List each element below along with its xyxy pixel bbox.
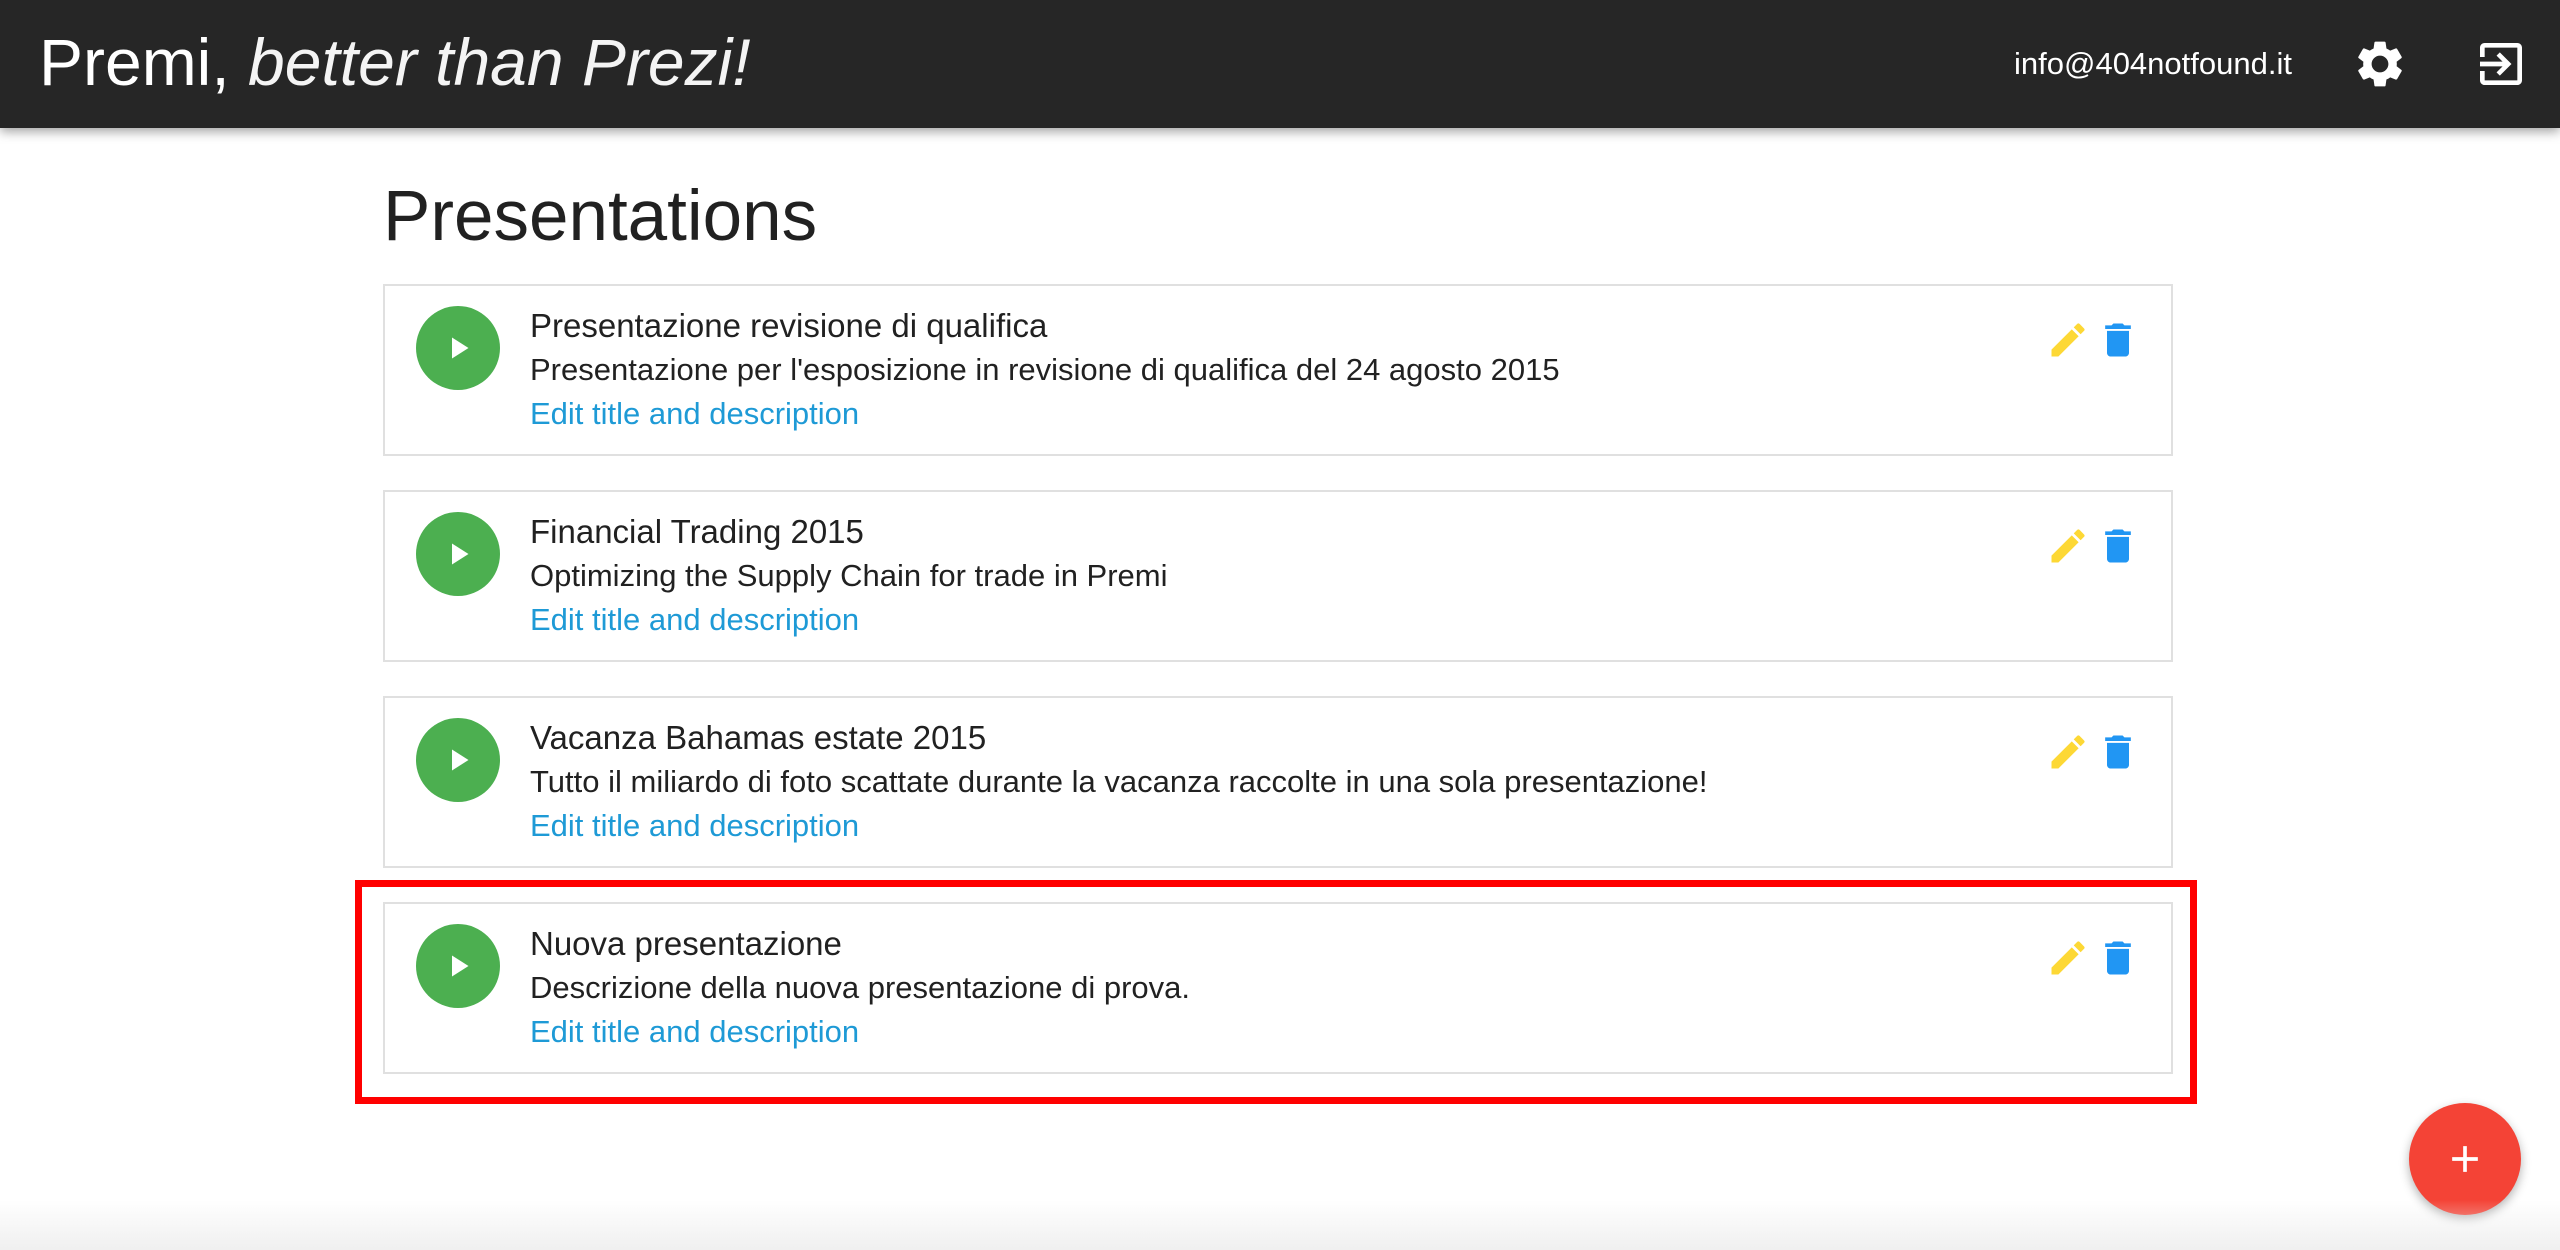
edit-title-description-link[interactable]: Edit title and description <box>530 600 859 640</box>
trash-icon <box>2105 735 2131 769</box>
edit-button[interactable] <box>2046 730 2090 774</box>
presentation-description: Tutto il miliardo di foto scattate duran… <box>530 764 1708 799</box>
play-button[interactable] <box>416 306 500 390</box>
edit-title-description-link[interactable]: Edit title and description <box>530 394 859 434</box>
brand-name: Premi, <box>39 25 230 99</box>
plus-icon <box>2452 1146 2478 1172</box>
delete-button[interactable] <box>2096 730 2140 774</box>
play-button[interactable] <box>416 718 500 802</box>
presentation-card: Nuova presentazione Descrizione della nu… <box>383 902 2173 1074</box>
gear-icon <box>2358 41 2402 87</box>
play-icon <box>452 955 469 977</box>
presentation-card: Financial Trading 2015 Optimizing the Su… <box>383 490 2173 662</box>
delete-button[interactable] <box>2096 936 2140 980</box>
presentation-title: Nuova presentazione <box>530 925 842 962</box>
logout-button[interactable] <box>2473 36 2529 92</box>
presentation-card: Presentazione revisione di qualifica Pre… <box>383 284 2173 456</box>
presentation-description: Optimizing the Supply Chain for trade in… <box>530 558 1168 593</box>
bottom-shadow <box>0 1200 2560 1250</box>
page-title: Presentations <box>383 177 818 256</box>
play-button[interactable] <box>416 924 500 1008</box>
brand-tagline: better than Prezi! <box>248 25 751 99</box>
pencil-icon <box>2051 529 2085 563</box>
play-icon <box>452 337 469 359</box>
delete-button[interactable] <box>2096 524 2140 568</box>
edit-button[interactable] <box>2046 524 2090 568</box>
pencil-icon <box>2051 323 2085 357</box>
trash-icon <box>2105 323 2131 357</box>
edit-title-description-link[interactable]: Edit title and description <box>530 1012 859 1052</box>
add-presentation-button[interactable] <box>2409 1103 2521 1215</box>
logout-icon <box>2480 43 2522 85</box>
presentation-title: Presentazione revisione di qualifica <box>530 307 1048 344</box>
presentation-description: Presentazione per l'esposizione in revis… <box>530 352 1560 387</box>
app-brand: Premi, better than Prezi! <box>39 22 751 102</box>
play-icon <box>452 749 469 771</box>
edit-title-description-link[interactable]: Edit title and description <box>530 806 859 846</box>
play-icon <box>452 543 469 565</box>
presentation-description: Descrizione della nuova presentazione di… <box>530 970 1191 1005</box>
settings-button[interactable] <box>2352 36 2408 92</box>
presentation-card: Vacanza Bahamas estate 2015 Tutto il mil… <box>383 696 2173 868</box>
pencil-icon <box>2051 941 2085 975</box>
user-email: info@404notfound.it <box>2014 46 2292 81</box>
edit-button[interactable] <box>2046 318 2090 362</box>
play-button[interactable] <box>416 512 500 596</box>
pencil-icon <box>2051 735 2085 769</box>
trash-icon <box>2105 941 2131 975</box>
presentation-title: Vacanza Bahamas estate 2015 <box>530 719 987 756</box>
top-app-bar: Premi, better than Prezi! info@404notfou… <box>0 0 2560 128</box>
delete-button[interactable] <box>2096 318 2140 362</box>
trash-icon <box>2105 529 2131 563</box>
edit-button[interactable] <box>2046 936 2090 980</box>
presentation-title: Financial Trading 2015 <box>530 513 864 550</box>
